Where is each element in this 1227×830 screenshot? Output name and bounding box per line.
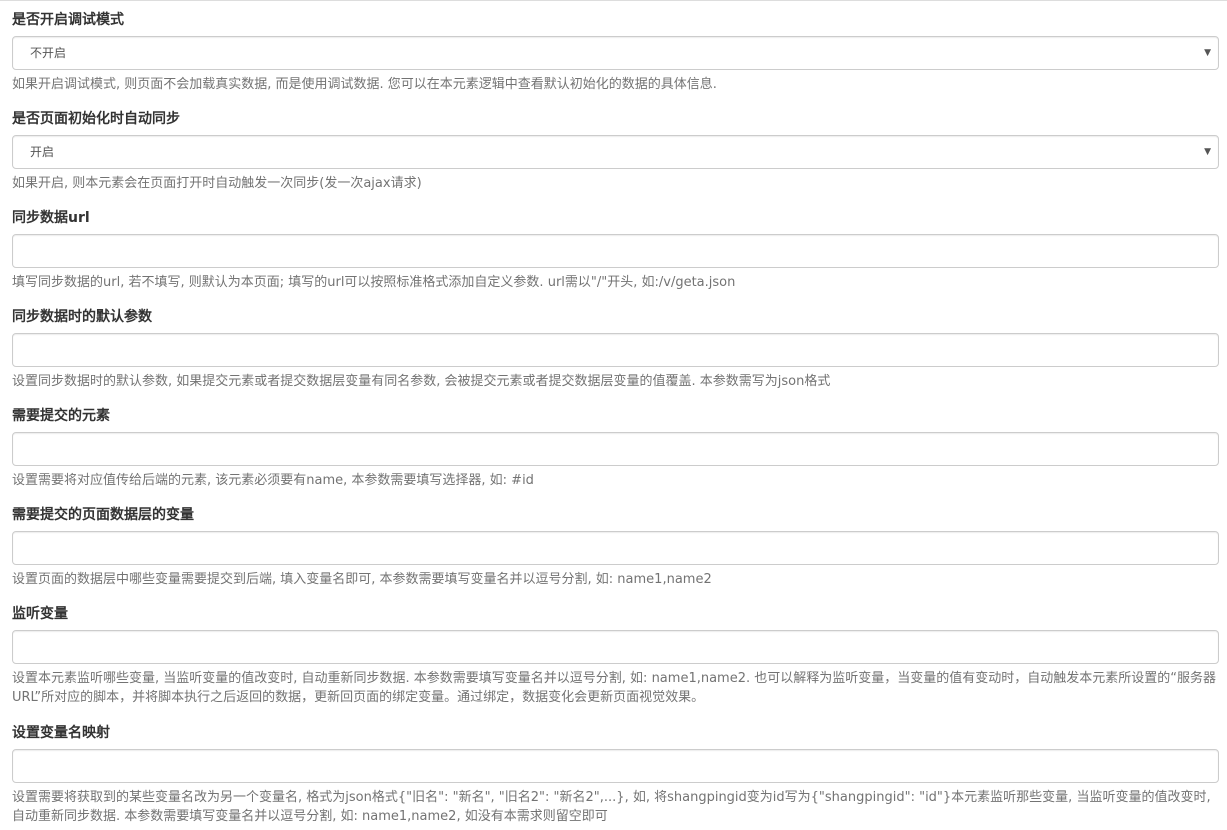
help-text: 如果开启, 则本元素会在页面打开时自动触发一次同步(发一次ajax请求) bbox=[12, 176, 422, 191]
field-label: 需要提交的元素 bbox=[12, 408, 110, 424]
sync-url-input[interactable] bbox=[12, 234, 1219, 268]
help-text: 填写同步数据的url, 若不填写, 则默认为本页面; 填写的url可以按照标准格… bbox=[12, 275, 736, 290]
help-text: 设置页面的数据层中哪些变量需要提交到后端, 填入变量名即可, 本参数需要填写变量… bbox=[12, 572, 712, 587]
watch-variables-input[interactable] bbox=[12, 630, 1219, 664]
submit-elements-input[interactable] bbox=[12, 432, 1219, 466]
auto-sync-select[interactable]: 开启 ▼ bbox=[12, 135, 1219, 169]
field-label: 设置变量名映射 bbox=[12, 725, 110, 741]
field-watch-variables: 监听变量 设置本元素监听哪些变量, 当监听变量的值改变时, 自动重新同步数据. … bbox=[12, 605, 1219, 705]
help-text: 如果开启调试模式, 则页面不会加载真实数据, 而是使用调试数据. 您可以在本元素… bbox=[12, 77, 717, 92]
field-label: 同步数据url bbox=[12, 210, 90, 226]
variable-mapping-input[interactable] bbox=[12, 749, 1219, 783]
field-label: 是否开启调试模式 bbox=[12, 12, 124, 28]
field-debug-mode: 是否开启调试模式 不开启 ▼ 如果开启调试模式, 则页面不会加载真实数据, 而是… bbox=[12, 11, 1219, 92]
default-params-input[interactable] bbox=[12, 333, 1219, 367]
field-submit-variables: 需要提交的页面数据层的变量 设置页面的数据层中哪些变量需要提交到后端, 填入变量… bbox=[12, 506, 1219, 587]
help-text: 设置本元素监听哪些变量, 当监听变量的值改变时, 自动重新同步数据. 本参数需要… bbox=[12, 671, 1216, 705]
field-label: 监听变量 bbox=[12, 606, 68, 622]
debug-mode-select[interactable]: 不开启 ▼ bbox=[12, 36, 1219, 70]
field-label: 是否页面初始化时自动同步 bbox=[12, 111, 180, 127]
field-auto-sync: 是否页面初始化时自动同步 开启 ▼ 如果开启, 则本元素会在页面打开时自动触发一… bbox=[12, 110, 1219, 191]
field-label: 同步数据时的默认参数 bbox=[12, 309, 152, 325]
select-value: 不开启 bbox=[30, 46, 67, 60]
settings-form: 是否开启调试模式 不开启 ▼ 如果开启调试模式, 则页面不会加载真实数据, 而是… bbox=[0, 0, 1227, 830]
caret-down-icon: ▼ bbox=[1204, 147, 1211, 157]
submit-variables-input[interactable] bbox=[12, 531, 1219, 565]
field-default-params: 同步数据时的默认参数 设置同步数据时的默认参数, 如果提交元素或者提交数据层变量… bbox=[12, 308, 1219, 389]
field-sync-url: 同步数据url 填写同步数据的url, 若不填写, 则默认为本页面; 填写的ur… bbox=[12, 209, 1219, 290]
field-label: 需要提交的页面数据层的变量 bbox=[12, 507, 194, 523]
field-submit-elements: 需要提交的元素 设置需要将对应值传给后端的元素, 该元素必须要有name, 本参… bbox=[12, 407, 1219, 488]
help-text: 设置同步数据时的默认参数, 如果提交元素或者提交数据层变量有同名参数, 会被提交… bbox=[12, 374, 831, 389]
help-text: 设置需要将获取到的某些变量名改为另一个变量名, 格式为json格式{"旧名": … bbox=[12, 790, 1211, 824]
caret-down-icon: ▼ bbox=[1204, 48, 1211, 58]
help-text: 设置需要将对应值传给后端的元素, 该元素必须要有name, 本参数需要填写选择器… bbox=[12, 473, 534, 488]
field-variable-mapping: 设置变量名映射 设置需要将获取到的某些变量名改为另一个变量名, 格式为json格… bbox=[12, 724, 1219, 824]
select-value: 开启 bbox=[30, 145, 55, 159]
